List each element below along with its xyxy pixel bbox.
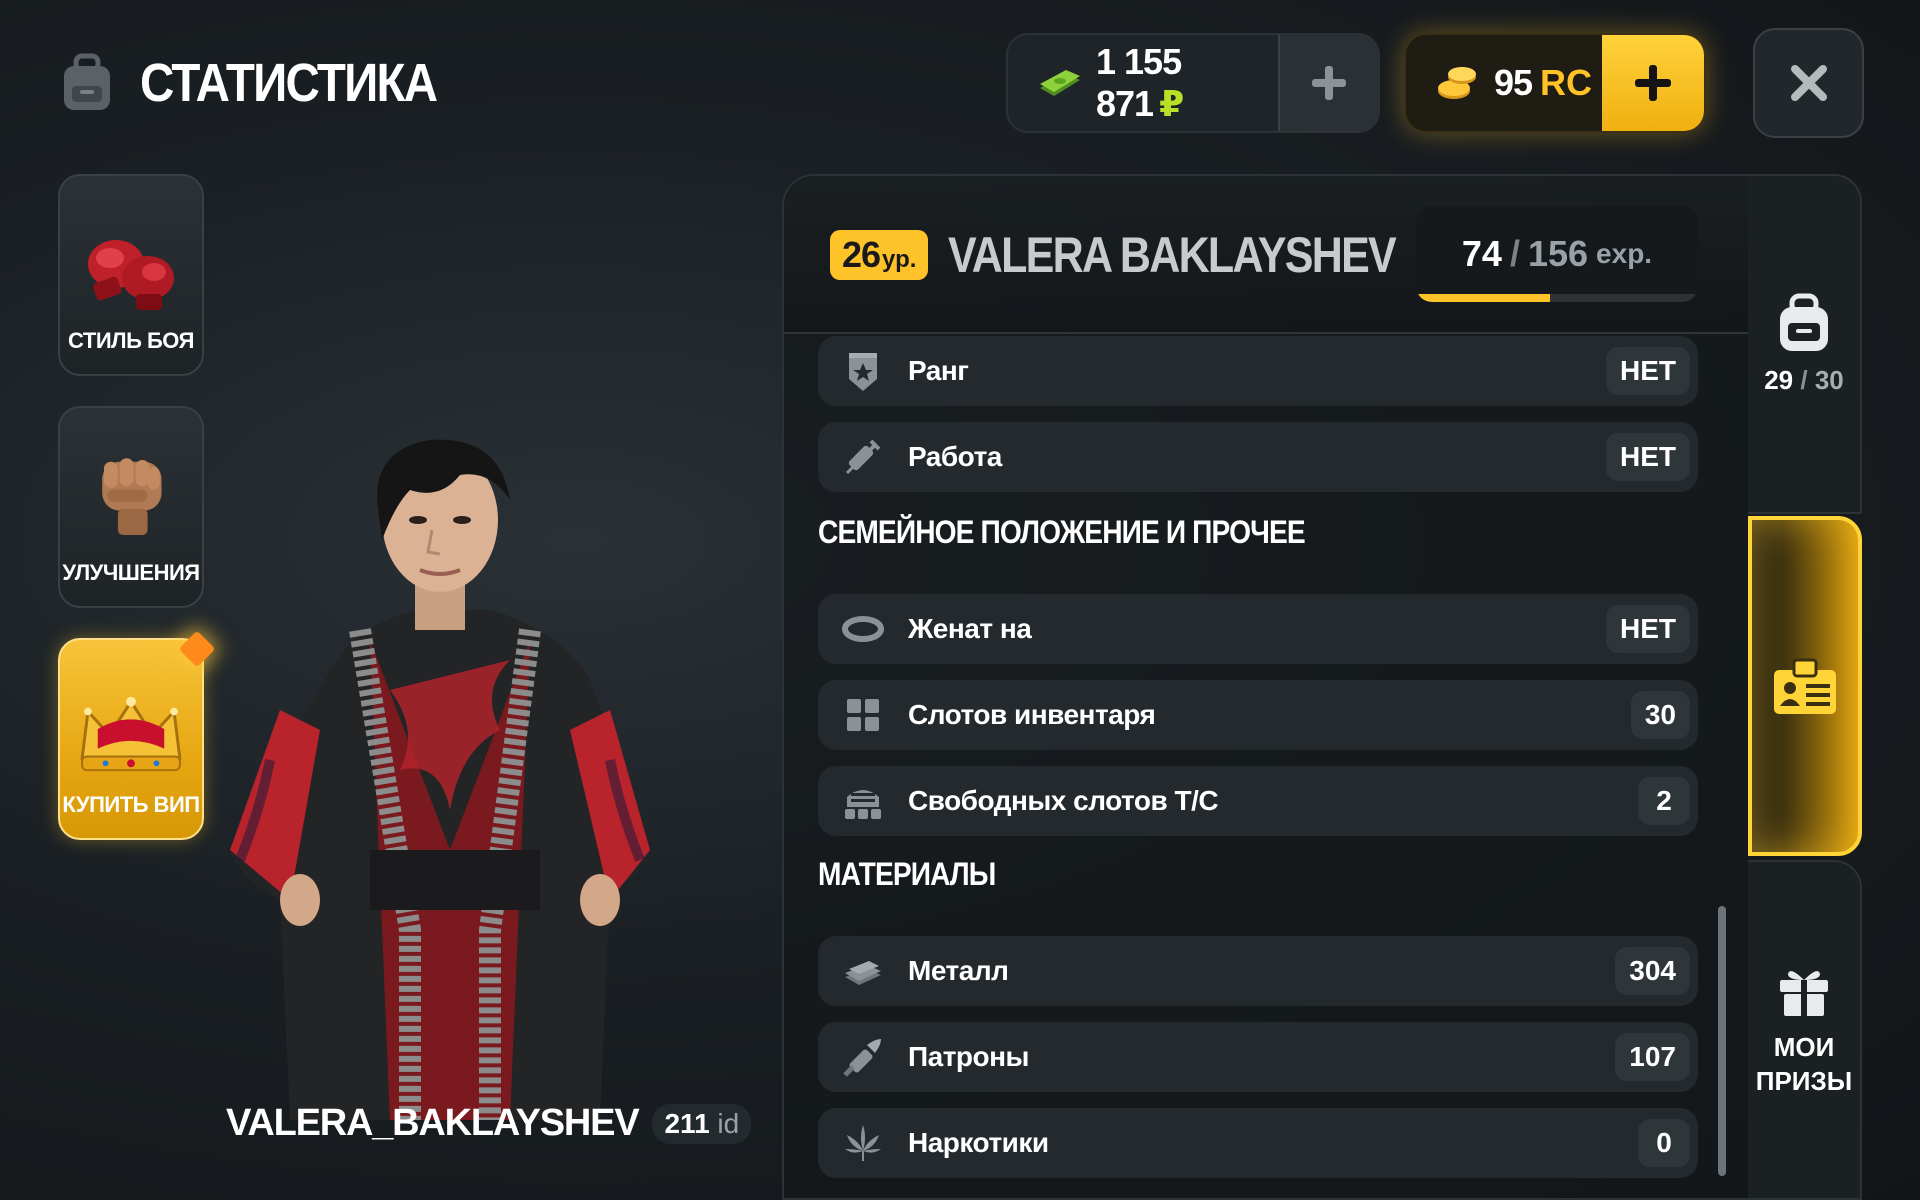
- tab-label-line: МОИ: [1773, 1032, 1835, 1062]
- stat-row-drugs: Наркотики 0: [818, 1108, 1698, 1178]
- rc-value: 95: [1494, 62, 1533, 103]
- backpack-icon: [1780, 293, 1828, 351]
- experience-box: 74 / 156 exp.: [1416, 206, 1698, 302]
- close-button[interactable]: [1753, 28, 1864, 138]
- rc-balance: 95 RC: [1404, 33, 1706, 133]
- stat-label: Работа: [908, 441, 1002, 472]
- tab-my-prizes[interactable]: МОИ ПРИЗЫ: [1748, 860, 1862, 1200]
- stat-value: 30: [1630, 691, 1690, 739]
- upgrades-button[interactable]: УЛУЧШЕНИЯ: [58, 406, 204, 608]
- player-id-value: 211: [664, 1107, 710, 1139]
- money-balance: 1 155 871 ₽: [1006, 33, 1380, 133]
- player-name-label: VALERA_BAKLAYSHEV 211 id: [226, 1102, 752, 1145]
- stat-row-job: Работа НЕТ: [818, 422, 1698, 492]
- gift-icon: [1780, 971, 1828, 1016]
- stat-label: Наркотики: [908, 1127, 1049, 1158]
- fist-icon: [102, 458, 162, 536]
- header-title-group: СТАТИСТИКА: [58, 48, 477, 118]
- sidebar-item-label: УЛУЧШЕНИЯ: [62, 560, 200, 585]
- stat-label: Ранг: [908, 355, 969, 386]
- add-rc-button[interactable]: [1602, 35, 1704, 131]
- boxing-gloves-icon: [88, 240, 174, 310]
- stat-label: Патроны: [908, 1041, 1029, 1072]
- player-nickname: VALERA_BAKLAYSHEV: [226, 1102, 640, 1144]
- inventory-count: 29 / 30: [1764, 365, 1844, 396]
- stat-value: 2: [1638, 777, 1690, 825]
- tab-label-line: ПРИЗЫ: [1755, 1066, 1853, 1096]
- stat-value: 0: [1638, 1119, 1690, 1167]
- grid-icon: [818, 693, 908, 737]
- player-id-unit: id: [717, 1107, 740, 1139]
- stat-value: 304: [1615, 947, 1690, 995]
- level-unit: ур.: [882, 246, 917, 273]
- tab-my-prizes-label: МОИ ПРИЗЫ: [1756, 1030, 1852, 1098]
- stat-label: Металл: [908, 955, 1009, 986]
- sidebar-item-label: КУПИТЬ ВИП: [62, 792, 200, 817]
- close-icon: [1790, 65, 1827, 101]
- tab-statistics[interactable]: [1748, 516, 1862, 856]
- level-badge: 26 ур.: [830, 230, 929, 280]
- stat-row-metal: Металл 304: [818, 936, 1698, 1006]
- gold-coins-icon: [1434, 63, 1480, 103]
- page-title: СТАТИСТИКА: [140, 53, 438, 113]
- metal-ingot-icon: [818, 949, 908, 993]
- stat-label: Свободных слотов Т/С: [908, 785, 1219, 816]
- plus-icon: [1312, 66, 1346, 100]
- garage-icon: [818, 779, 908, 823]
- exp-current: 74: [1461, 233, 1502, 274]
- profile-header: 26 ур. VALERA BAKLAYSHEV 74 / 156 exp.: [784, 176, 1748, 334]
- stat-row-married: Женат на НЕТ: [818, 594, 1698, 664]
- exp-separator: /: [1509, 233, 1520, 274]
- family-section-heading: СЕМЕЙНОЕ ПОЛОЖЕНИЕ И ПРОЧЕЕ: [818, 514, 1306, 550]
- exp-max: 156: [1527, 233, 1589, 274]
- inventory-max: 30: [1814, 364, 1844, 395]
- stat-row-vehicle-slots: Свободных слотов Т/С 2: [818, 766, 1698, 836]
- materials-section-heading: МАТЕРИАЛЫ: [818, 856, 996, 892]
- money-display: 1 155 871 ₽: [1008, 35, 1278, 131]
- sidebar-item-label: СТИЛЬ БОЯ: [68, 328, 194, 353]
- id-card-icon: [1774, 658, 1836, 714]
- profile-name: VALERA BAKLAYSHEV: [948, 227, 1397, 283]
- player-character-avatar: [210, 430, 690, 1120]
- stats-scrollbar[interactable]: [1718, 906, 1726, 1176]
- crown-icon: [80, 696, 182, 772]
- money-currency: ₽: [1159, 83, 1185, 124]
- stat-row-inventory-slots: Слотов инвентаря 30: [818, 680, 1698, 750]
- stat-value: НЕТ: [1606, 347, 1690, 395]
- bullet-icon: [818, 1035, 908, 1079]
- exp-unit: exp.: [1596, 238, 1653, 269]
- level-number: 26: [842, 234, 881, 275]
- add-money-button[interactable]: [1278, 35, 1378, 131]
- tab-inventory[interactable]: 29 / 30: [1748, 174, 1862, 514]
- backpack-icon: [58, 52, 116, 114]
- syringe-icon: [818, 435, 908, 479]
- exp-progress-fill: [1416, 294, 1550, 302]
- stat-label: Женат на: [908, 613, 1032, 644]
- stat-value: 107: [1615, 1033, 1690, 1081]
- player-id-badge: 211 id: [652, 1103, 752, 1144]
- fight-style-button[interactable]: СТИЛЬ БОЯ: [58, 174, 204, 376]
- leaf-icon: [818, 1121, 908, 1165]
- cash-stack-icon: [1036, 66, 1082, 100]
- inventory-current: 29: [1764, 364, 1794, 395]
- rc-display: 95 RC: [1406, 35, 1602, 131]
- exp-progress-bar: [1416, 294, 1698, 302]
- rank-badge-icon: [818, 349, 908, 393]
- stats-panel: 26 ур. VALERA BAKLAYSHEV 74 / 156 exp. Р: [782, 174, 1748, 1200]
- inventory-separator: /: [1800, 364, 1808, 395]
- rc-currency-label: RC: [1540, 62, 1593, 103]
- stat-row-ammo: Патроны 107: [818, 1022, 1698, 1092]
- stat-value: НЕТ: [1606, 605, 1690, 653]
- plus-icon: [1635, 65, 1671, 101]
- buy-vip-button[interactable]: КУПИТЬ ВИП: [58, 630, 216, 840]
- ring-icon: [818, 607, 908, 651]
- stat-label: Слотов инвентаря: [908, 699, 1156, 730]
- stat-value: НЕТ: [1606, 433, 1690, 481]
- stat-row-rank: Ранг НЕТ: [818, 336, 1698, 406]
